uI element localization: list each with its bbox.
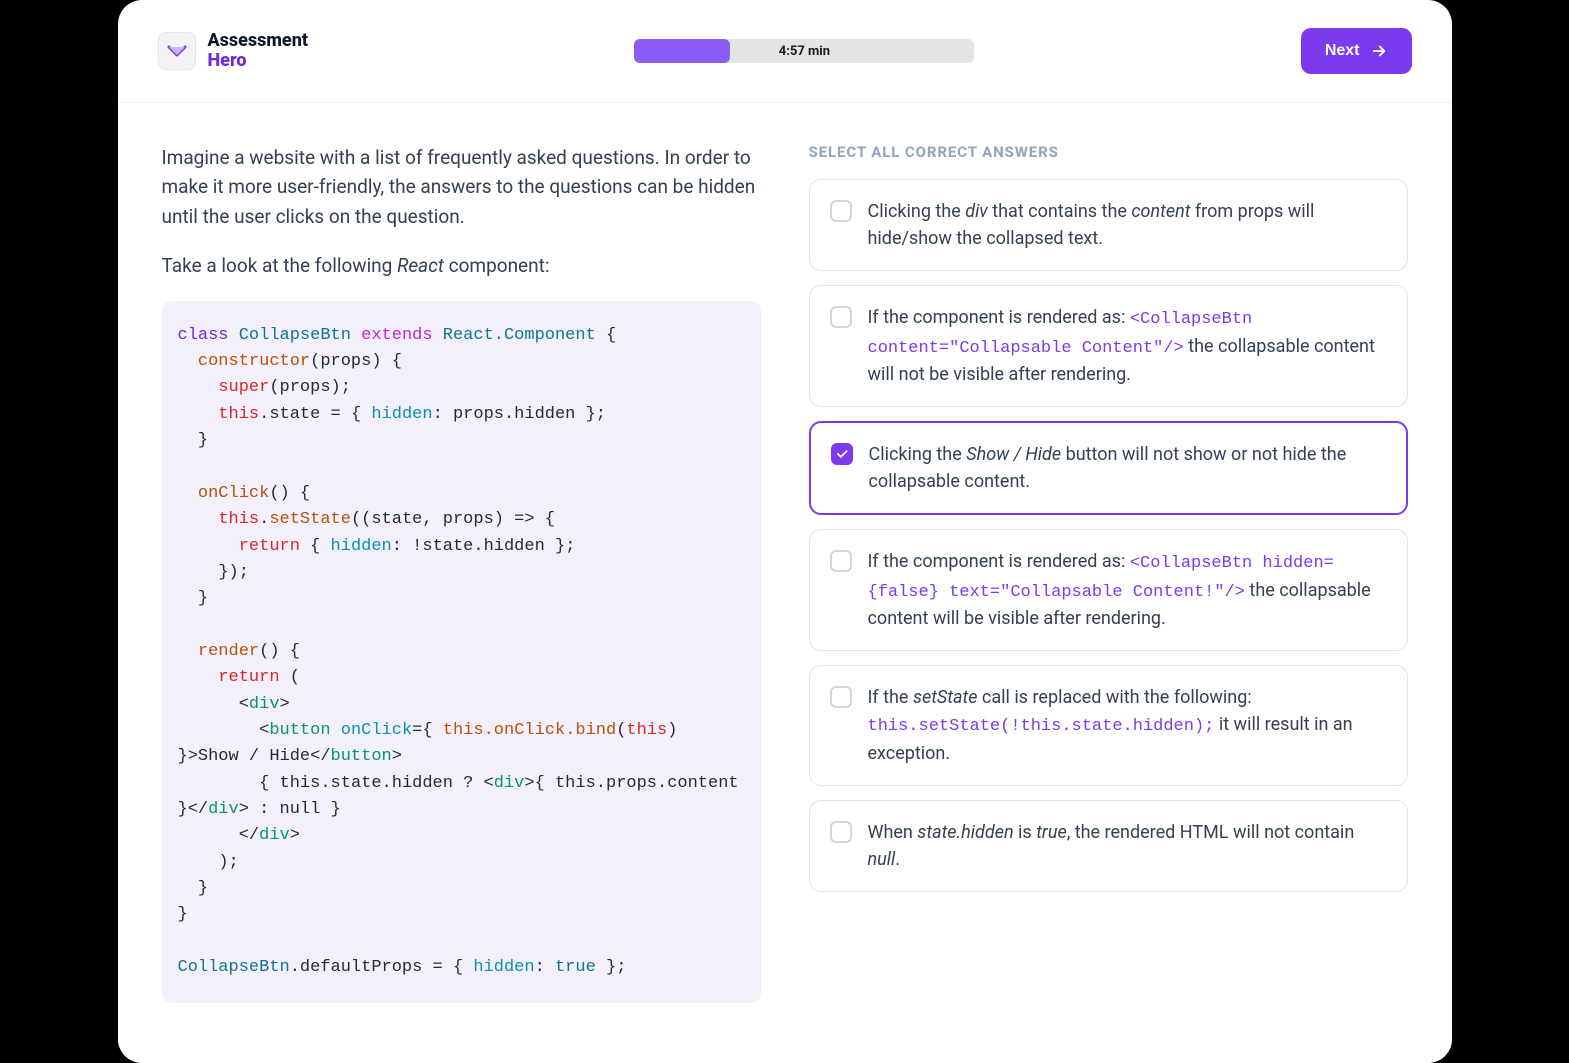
answer-option-text: If the setState call is replaced with th… xyxy=(868,684,1387,767)
brand: Assessment Hero xyxy=(158,31,308,71)
prompt-para-1: Imagine a website with a list of frequen… xyxy=(162,143,761,231)
code-block: class CollapseBtn extends React.Componen… xyxy=(162,301,761,1004)
brand-line2: Hero xyxy=(208,51,308,71)
answer-option-text: If the component is rendered as: <Collap… xyxy=(868,548,1387,632)
question-card: Imagine a website with a list of frequen… xyxy=(162,143,1408,1003)
answer-option-4[interactable]: If the setState call is replaced with th… xyxy=(809,665,1408,786)
answer-option-1[interactable]: If the component is rendered as: <Collap… xyxy=(809,285,1408,407)
timer-bar: 4:57 min xyxy=(634,39,974,63)
answer-option-2[interactable]: Clicking the Show / Hide button will not… xyxy=(809,421,1408,515)
app-window: Assessment Hero 4:57 min Next Imagine a … xyxy=(118,0,1452,1063)
brand-text: Assessment Hero xyxy=(208,31,308,71)
checkbox-icon xyxy=(831,443,853,465)
answers-title: SELECT ALL CORRECT ANSWERS xyxy=(809,143,1408,161)
answer-option-5[interactable]: When state.hidden is true, the rendered … xyxy=(809,800,1408,892)
timer-wrap: 4:57 min xyxy=(308,39,1301,63)
answers-column: SELECT ALL CORRECT ANSWERS Clicking the … xyxy=(809,143,1408,1003)
logo-icon xyxy=(158,32,196,70)
prompt-para-2: Take a look at the following React compo… xyxy=(162,251,761,280)
checkbox-icon xyxy=(830,821,852,843)
answer-option-text: Clicking the div that contains the conte… xyxy=(868,198,1387,252)
next-button[interactable]: Next xyxy=(1301,28,1412,74)
question-column: Imagine a website with a list of frequen… xyxy=(162,143,761,1003)
answer-option-text: If the component is rendered as: <Collap… xyxy=(868,304,1387,388)
content-area: Imagine a website with a list of frequen… xyxy=(118,103,1452,1063)
checkbox-icon xyxy=(830,306,852,328)
checkbox-icon xyxy=(830,200,852,222)
timer-fill xyxy=(634,39,729,63)
arrow-right-icon xyxy=(1370,42,1388,60)
answer-option-3[interactable]: If the component is rendered as: <Collap… xyxy=(809,529,1408,651)
answer-option-text: When state.hidden is true, the rendered … xyxy=(868,819,1387,873)
header: Assessment Hero 4:57 min Next xyxy=(118,0,1452,103)
next-button-label: Next xyxy=(1325,42,1360,60)
options-list: Clicking the div that contains the conte… xyxy=(809,179,1408,892)
checkbox-icon xyxy=(830,550,852,572)
brand-line1: Assessment xyxy=(208,31,308,51)
timer-label: 4:57 min xyxy=(779,44,830,59)
checkbox-icon xyxy=(830,686,852,708)
answer-option-0[interactable]: Clicking the div that contains the conte… xyxy=(809,179,1408,271)
answer-option-text: Clicking the Show / Hide button will not… xyxy=(869,441,1386,495)
